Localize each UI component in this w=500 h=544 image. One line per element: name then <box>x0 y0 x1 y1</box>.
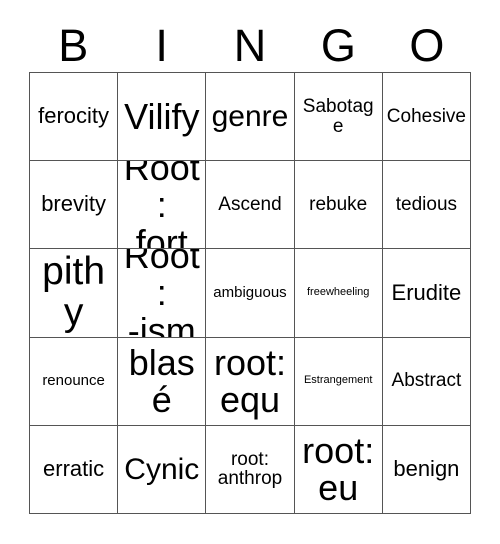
bingo-card: B I N G O ferocity Vilify genre Sabotage… <box>0 0 500 544</box>
bingo-cell[interactable]: Cohesive <box>382 73 471 162</box>
bingo-grid: ferocity Vilify genre Sabotage Cohesive … <box>29 72 471 514</box>
bingo-cell[interactable]: blasé <box>118 337 207 426</box>
bingo-cell-label: ambiguous <box>213 284 287 302</box>
bingo-cell[interactable]: rebuke <box>294 161 383 250</box>
bingo-cell[interactable]: root: equ <box>206 337 295 426</box>
bingo-cell-label: Cohesive <box>386 105 466 127</box>
bingo-cell[interactable]: Estrangement <box>294 337 383 426</box>
bingo-cell[interactable]: renounce <box>30 337 119 426</box>
bingo-cell-label: blasé <box>128 341 195 421</box>
bingo-cell-label: Root: fort <box>123 161 200 250</box>
bingo-header-letter-i: I <box>155 19 168 71</box>
bingo-cell-label: brevity <box>41 191 106 217</box>
bingo-cell[interactable]: pithy <box>30 249 119 338</box>
bingo-cell[interactable]: genre <box>206 73 295 162</box>
bingo-header-letter-n: N <box>233 19 267 71</box>
bingo-cell[interactable]: Root: -ism <box>118 249 207 338</box>
bingo-cell-label: Sabotage <box>302 95 374 137</box>
bingo-cell[interactable]: erratic <box>30 425 119 514</box>
bingo-header-letter-g: G <box>320 19 356 71</box>
bingo-cell[interactable]: Erudite <box>382 249 471 338</box>
bingo-cell[interactable]: ambiguous <box>206 249 295 338</box>
bingo-cell[interactable]: Vilify <box>118 73 207 162</box>
bingo-cell-label: renounce <box>42 372 105 390</box>
bingo-cell-label: rebuke <box>309 193 368 215</box>
bingo-cell-label: Vilify <box>124 95 200 137</box>
bingo-cell-label: Abstract <box>391 370 462 392</box>
bingo-header-letter-b: B <box>58 19 89 71</box>
bingo-cell[interactable]: Sabotage <box>294 73 383 162</box>
bingo-cell-label: Cynic <box>124 452 200 486</box>
bingo-cell-label: Estrangement <box>303 374 373 387</box>
bingo-cell-label: freewheeling <box>307 286 370 299</box>
bingo-cell-label: pithy <box>42 250 106 334</box>
bingo-cell-label: root: anthrop <box>217 448 283 490</box>
bingo-cell-label: Root: -ism <box>123 249 200 338</box>
bingo-cell-label: ferocity <box>38 103 110 129</box>
bingo-cell[interactable]: Ascend <box>206 161 295 250</box>
bingo-cell-label: tedious <box>395 193 458 215</box>
bingo-cell-label: genre <box>211 100 289 133</box>
bingo-cell[interactable]: freewheeling <box>294 249 383 338</box>
bingo-cell-label: Erudite <box>391 279 462 305</box>
bingo-cell[interactable]: root: eu <box>294 425 383 514</box>
bingo-cell-label: root: eu <box>302 429 375 509</box>
bingo-cell[interactable]: Cynic <box>118 425 207 514</box>
bingo-cell[interactable]: tedious <box>382 161 471 250</box>
bingo-cell[interactable]: benign <box>382 425 471 514</box>
bingo-cell-label: root: equ <box>213 341 287 421</box>
bingo-header-letter-o: O <box>409 19 445 71</box>
bingo-cell-label: erratic <box>43 455 105 481</box>
bingo-cell-label: benign <box>393 455 460 481</box>
bingo-cell[interactable]: Root: fort <box>118 161 207 250</box>
bingo-cell[interactable]: ferocity <box>30 73 119 162</box>
bingo-cell[interactable]: brevity <box>30 161 119 250</box>
bingo-cell-label: Ascend <box>218 193 282 215</box>
bingo-cell[interactable]: Abstract <box>382 337 471 426</box>
bingo-header-row: B I N G O <box>29 18 471 72</box>
bingo-cell[interactable]: root: anthrop <box>206 425 295 514</box>
